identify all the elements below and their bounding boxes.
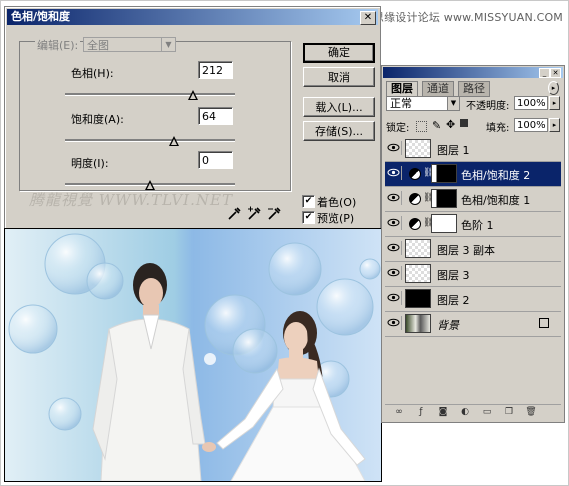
layer-mask-thumbnail[interactable] [431, 189, 457, 208]
lightness-label: 明度(I): [71, 157, 109, 170]
lock-transparency-icon[interactable] [416, 121, 427, 132]
layer-style-icon[interactable]: ƒ [415, 407, 427, 417]
opacity-label: 不透明度: [466, 101, 510, 112]
fill-label: 填充: [486, 123, 510, 134]
new-layer-icon[interactable]: ❐ [503, 407, 515, 417]
tab-layers[interactable]: 图层 [386, 81, 418, 96]
dialog-watermark: 腾龍視覺 WWW.TLVI.NET [29, 191, 233, 209]
layer-row[interactable]: ⛓ 色阶 1 [385, 212, 561, 237]
hue-label: 色相(H): [71, 67, 114, 80]
layer-name: 背景 [437, 319, 459, 332]
eye-icon[interactable] [387, 166, 402, 180]
hue-slider-track[interactable] [65, 93, 235, 96]
layer-name: 色相/饱和度 2 [461, 169, 531, 182]
photo-canvas [4, 228, 382, 482]
lock-icon [539, 318, 549, 328]
site-watermark: 思缘设计论坛 www.MISSYUAN.COM [372, 11, 563, 24]
lock-label: 锁定: [386, 123, 410, 134]
saturation-slider-track[interactable] [65, 139, 235, 142]
lock-position-move-icon[interactable]: ✥ [446, 118, 455, 131]
eye-icon[interactable] [387, 266, 402, 280]
adjustment-layer-icon [409, 218, 421, 230]
colorize-label: 着色(O) [317, 196, 357, 209]
settings-group [19, 41, 291, 191]
cancel-button[interactable]: 取消 [303, 67, 375, 87]
eye-icon[interactable] [387, 316, 402, 330]
layer-row[interactable]: ⛓ 色相/饱和度 1 [385, 187, 561, 212]
panel-menu-button[interactable]: ▸ [548, 81, 559, 95]
layer-mask-thumbnail[interactable] [431, 164, 457, 183]
layers-bottom-bar: ∞ ƒ ◙ ◐ ▭ ❐ 🗑 [385, 404, 561, 419]
opacity-arrow-button[interactable]: ▸ [549, 96, 560, 110]
dialog-title: 色相/饱和度 [11, 10, 71, 23]
eye-icon[interactable] [387, 191, 402, 205]
layer-name: 色阶 1 [461, 219, 494, 232]
layer-thumbnail[interactable] [405, 139, 431, 158]
layer-mask-thumbnail[interactable] [431, 214, 457, 233]
saturation-label: 饱和度(A): [71, 113, 124, 126]
minimize-icon[interactable]: _ [539, 68, 550, 78]
new-group-icon[interactable]: ▭ [481, 407, 493, 417]
hue-saturation-dialog: 色相/饱和度 ✕ 编辑(E): 全图 ▼ 色相(H): 212 饱和度(A): … [4, 6, 381, 230]
layer-row[interactable]: 图层 2 [385, 287, 561, 312]
new-adjustment-icon[interactable]: ◐ [459, 407, 471, 417]
layer-row[interactable]: 图层 3 副本 [385, 237, 561, 262]
link-icon[interactable]: ∞ [393, 407, 405, 417]
add-mask-icon[interactable]: ◙ [437, 407, 449, 417]
lightness-input[interactable]: 0 [198, 151, 233, 169]
tab-channels[interactable]: 通道 [422, 81, 454, 97]
layer-row[interactable]: 背景 [385, 312, 561, 337]
layer-thumbnail[interactable] [405, 239, 431, 258]
close-icon[interactable]: ✕ [550, 68, 561, 78]
layer-name: 图层 2 [437, 294, 470, 307]
blend-mode-value: 正常 [390, 97, 412, 110]
layer-row[interactable]: 图层 3 [385, 262, 561, 287]
layers-panel: _ ✕ 图层 通道 路径 ▸ 正常 ▼ 不透明度: 100% ▸ 锁定: ✎ ✥… [381, 65, 565, 423]
layer-name: 图层 3 [437, 269, 470, 282]
layer-thumbnail[interactable] [405, 264, 431, 283]
adjustment-layer-icon [409, 168, 421, 180]
dialog-titlebar[interactable]: 色相/饱和度 ✕ [7, 9, 378, 25]
photo-couple-image [5, 229, 381, 481]
colorize-checkbox[interactable]: ✔ [302, 195, 315, 208]
adjustment-layer-icon [409, 193, 421, 205]
opacity-input[interactable]: 100% [514, 96, 548, 110]
layer-name: 图层 3 副本 [437, 244, 495, 257]
layers-panel-titlebar[interactable]: _ ✕ [383, 67, 563, 78]
eye-icon[interactable] [387, 291, 402, 305]
chevron-down-icon: ▼ [161, 38, 175, 51]
trash-icon[interactable]: 🗑 [525, 407, 537, 417]
layer-name: 色相/饱和度 1 [461, 194, 531, 207]
lock-all-icon[interactable] [460, 119, 468, 127]
edit-label: 编辑(E): [35, 37, 81, 53]
eye-icon[interactable] [387, 241, 402, 255]
layer-thumbnail[interactable] [405, 314, 431, 333]
saturation-slider-thumb[interactable] [168, 136, 179, 146]
fill-input[interactable]: 100% [514, 118, 548, 132]
load-button[interactable]: 载入(L)... [303, 97, 375, 117]
edit-select-value: 全图 [87, 39, 109, 52]
lock-image-brush-icon[interactable]: ✎ [432, 119, 441, 132]
layer-row[interactable]: 图层 1 [385, 137, 561, 162]
ok-button[interactable]: 确定 [303, 43, 375, 63]
eyedropper-plus-icon[interactable] [247, 205, 263, 221]
saturation-input[interactable]: 64 [198, 107, 233, 125]
eye-icon[interactable] [387, 216, 402, 230]
layer-row[interactable]: ⛓ 色相/饱和度 2 [385, 162, 561, 187]
eye-icon[interactable] [387, 141, 402, 155]
fill-arrow-button[interactable]: ▸ [549, 118, 560, 132]
save-button[interactable]: 存储(S)... [303, 121, 375, 141]
tab-paths[interactable]: 路径 [458, 81, 490, 97]
edit-select: 全图 ▼ [83, 37, 176, 52]
preview-label: 预览(P) [317, 212, 355, 225]
preview-checkbox[interactable]: ✔ [302, 211, 315, 224]
layer-name: 图层 1 [437, 144, 470, 157]
blend-mode-select[interactable]: 正常 ▼ [386, 96, 460, 111]
eyedropper-minus-icon[interactable] [267, 205, 283, 221]
layer-thumbnail[interactable] [405, 289, 431, 308]
hue-slider-thumb[interactable] [187, 90, 198, 100]
close-button[interactable]: ✕ [360, 11, 376, 25]
chevron-down-icon: ▼ [447, 97, 459, 110]
hue-input[interactable]: 212 [198, 61, 233, 79]
